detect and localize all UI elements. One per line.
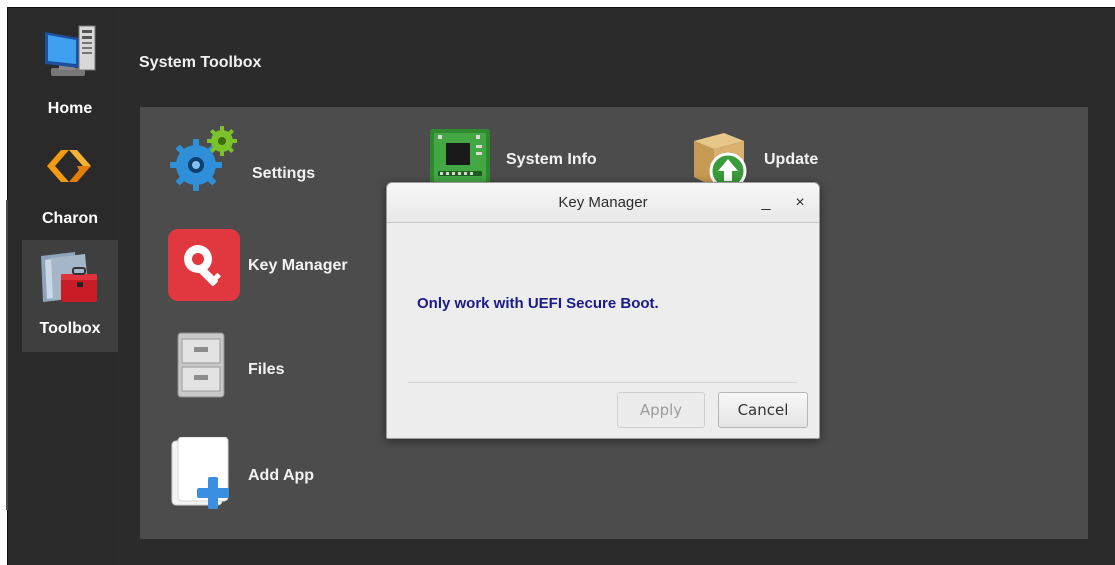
app-files[interactable]: Files bbox=[174, 331, 354, 411]
sidebar-label-toolbox: Toolbox bbox=[39, 320, 101, 337]
key-icon bbox=[168, 229, 244, 305]
close-button[interactable]: × bbox=[789, 192, 811, 214]
app-label-update: Update bbox=[764, 151, 819, 168]
apply-button[interactable]: Apply bbox=[617, 392, 705, 428]
cancel-button[interactable]: Cancel bbox=[718, 392, 808, 428]
sidebar-label-charon: Charon bbox=[42, 210, 98, 227]
add-app-icon bbox=[170, 436, 246, 513]
dialog-divider bbox=[408, 382, 798, 383]
gears-icon bbox=[166, 121, 242, 197]
app-label-system-info: System Info bbox=[506, 151, 597, 168]
charon-logo-icon bbox=[22, 130, 118, 200]
app-label-settings: Settings bbox=[252, 165, 316, 182]
file-cabinet-icon bbox=[174, 331, 250, 407]
sidebar: Home Charon Toolbox bbox=[8, 8, 118, 565]
toolbox-icon bbox=[22, 244, 118, 314]
dialog-message: Only work with UEFI Secure Boot. bbox=[417, 295, 659, 312]
app-label-add-app: Add App bbox=[248, 467, 315, 484]
sidebar-item-charon[interactable]: Charon bbox=[22, 126, 118, 238]
sidebar-item-toolbox[interactable]: Toolbox bbox=[22, 240, 118, 352]
app-settings[interactable]: Settings bbox=[166, 121, 356, 201]
app-label-files: Files bbox=[248, 361, 285, 378]
sidebar-label-home: Home bbox=[47, 100, 93, 117]
minimize-button[interactable]: _ bbox=[755, 192, 777, 214]
app-label-key-manager: Key Manager bbox=[248, 257, 348, 274]
key-manager-dialog: Key Manager _ × Only work with UEFI Secu… bbox=[386, 182, 820, 439]
home-computer-icon bbox=[22, 18, 118, 88]
app-add-app[interactable]: Add App bbox=[170, 436, 350, 517]
page-title: System Toolbox bbox=[139, 54, 262, 71]
sidebar-item-home[interactable]: Home bbox=[22, 14, 118, 126]
app-key-manager[interactable]: Key Manager bbox=[168, 229, 368, 309]
dialog-titlebar[interactable]: Key Manager _ × bbox=[387, 183, 819, 223]
